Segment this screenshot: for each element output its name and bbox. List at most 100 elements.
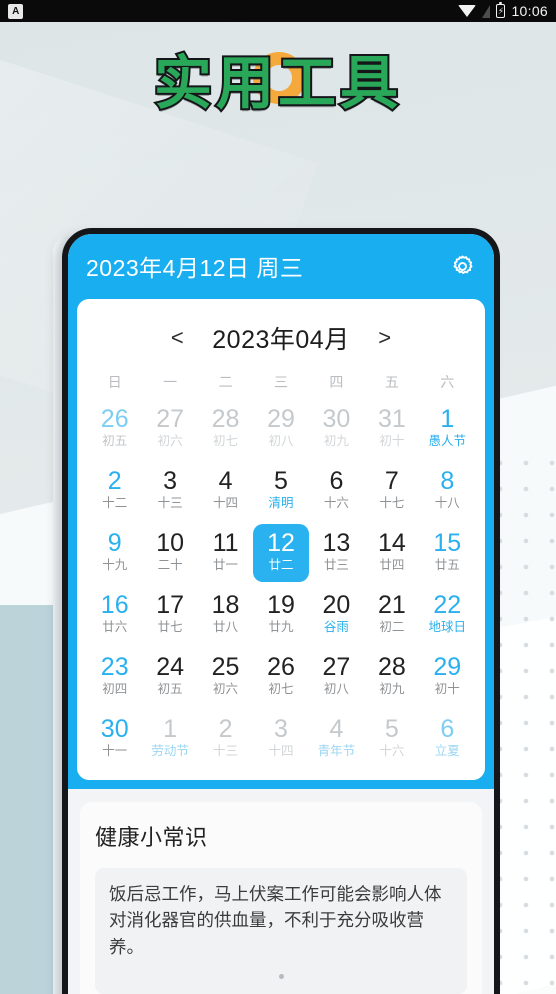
calendar-lunar-label: 廿六 bbox=[102, 620, 128, 635]
calendar-day-number: 17 bbox=[156, 591, 185, 619]
gear-icon[interactable] bbox=[449, 253, 476, 280]
calendar-day-cell[interactable]: 22 地球日 bbox=[420, 586, 475, 644]
calendar-day-cell[interactable]: 26 初七 bbox=[253, 648, 308, 706]
calendar-day-cell[interactable]: 6 立夏 bbox=[420, 710, 475, 768]
calendar-lunar-label: 初十 bbox=[379, 434, 405, 449]
calendar-lunar-label: 十七 bbox=[379, 496, 405, 511]
calendar-day-cell[interactable]: 21 初二 bbox=[364, 586, 419, 644]
battery-icon: ⚡ bbox=[496, 2, 506, 18]
calendar-lunar-label: 初四 bbox=[102, 682, 128, 697]
calendar-lunar-label: 十六 bbox=[379, 744, 405, 759]
calendar-day-cell[interactable]: 13 廿三 bbox=[309, 524, 364, 582]
calendar-day-cell[interactable]: 27 初八 bbox=[309, 648, 364, 706]
calendar-day-cell[interactable]: 1 劳动节 bbox=[142, 710, 197, 768]
phone-mockup: 2023年4月12日 周三 < 2023年04月 > 日 一 二 三 四 五 六… bbox=[62, 228, 500, 994]
prev-month-button[interactable]: < bbox=[164, 325, 190, 351]
background-band-left bbox=[0, 605, 58, 994]
calendar-day-number: 28 bbox=[377, 653, 406, 681]
android-status-bar: A ⚡ 10:06 bbox=[0, 0, 556, 22]
calendar-lunar-label: 初五 bbox=[157, 682, 183, 697]
calendar-lunar-label: 谷雨 bbox=[323, 620, 349, 635]
calendar-day-cell[interactable]: 27 初六 bbox=[142, 400, 197, 458]
weekday-label: 三 bbox=[273, 374, 288, 390]
calendar-day-cell[interactable]: 2 十三 bbox=[198, 710, 253, 768]
calendar-day-cell[interactable]: 7 十七 bbox=[364, 462, 419, 520]
calendar-day-cell[interactable]: 28 初九 bbox=[364, 648, 419, 706]
calendar-day-cell[interactable]: 3 十三 bbox=[142, 462, 197, 520]
calendar-day-number: 5 bbox=[274, 467, 288, 495]
status-bar-right: ⚡ 10:06 bbox=[458, 2, 548, 19]
calendar-day-number: 15 bbox=[433, 529, 462, 557]
calendar-day-cell[interactable]: 4 青年节 bbox=[309, 710, 364, 768]
calendar-day-number: 1 bbox=[163, 715, 178, 743]
calendar-lunar-label: 地球日 bbox=[428, 620, 467, 635]
calendar-lunar-label: 清明 bbox=[268, 496, 294, 511]
calendar-day-cell[interactable]: 24 初五 bbox=[142, 648, 197, 706]
calendar-day-cell[interactable]: 25 初六 bbox=[198, 648, 253, 706]
calendar-day-cell[interactable]: 28 初七 bbox=[198, 400, 253, 458]
calendar-day-cell[interactable]: 23 初四 bbox=[87, 648, 142, 706]
calendar-day-number: 5 bbox=[384, 715, 399, 743]
weekday-label: 二 bbox=[218, 374, 233, 390]
calendar-day-cell[interactable]: 15 廿五 bbox=[420, 524, 475, 582]
calendar-day-cell[interactable]: 12 廿二 bbox=[253, 524, 309, 582]
calendar-day-cell[interactable]: 4 十四 bbox=[198, 462, 253, 520]
calendar-day-number: 3 bbox=[163, 467, 178, 495]
calendar-day-number: 3 bbox=[274, 715, 288, 743]
calendar-day-cell[interactable]: 26 初五 bbox=[87, 400, 142, 458]
calendar-day-number: 20 bbox=[322, 591, 351, 619]
calendar-day-cell[interactable]: 2 十二 bbox=[87, 462, 142, 520]
calendar-day-number: 24 bbox=[156, 653, 185, 681]
calendar-day-number: 16 bbox=[100, 591, 129, 619]
tip-pagination-dots[interactable] bbox=[109, 960, 453, 984]
calendar-lunar-label: 初九 bbox=[379, 682, 405, 697]
calendar-day-number: 6 bbox=[440, 715, 455, 743]
calendar-lunar-label: 二十 bbox=[157, 558, 183, 573]
calendar-day-cell[interactable]: 14 廿四 bbox=[364, 524, 419, 582]
calendar-day-cell[interactable]: 30 十一 bbox=[87, 710, 142, 768]
calendar-day-cell[interactable]: 20 谷雨 bbox=[309, 586, 364, 644]
weekday-label: 一 bbox=[163, 374, 178, 390]
calendar-day-number: 28 bbox=[211, 405, 240, 433]
next-month-button[interactable]: > bbox=[372, 325, 398, 351]
calendar-day-cell[interactable]: 30 初九 bbox=[309, 400, 364, 458]
calendar-day-cell[interactable]: 31 初十 bbox=[364, 400, 419, 458]
calendar-day-number: 29 bbox=[267, 405, 295, 433]
calendar-day-cell[interactable]: 18 廿八 bbox=[198, 586, 253, 644]
status-bar-clock: 10:06 bbox=[511, 3, 548, 19]
calendar-day-cell[interactable]: 5 十六 bbox=[364, 710, 419, 768]
calendar-section: < 2023年04月 > 日 一 二 三 四 五 六 26 初五 27 初六 28 初七 2… bbox=[68, 299, 494, 789]
calendar-day-cell[interactable]: 1 愚人节 bbox=[420, 400, 475, 458]
calendar-day-cell[interactable]: 17 廿七 bbox=[142, 586, 197, 644]
calendar-day-cell[interactable]: 3 十四 bbox=[253, 710, 308, 768]
calendar-day-cell[interactable]: 5 清明 bbox=[253, 462, 308, 520]
calendar-day-cell[interactable]: 29 初八 bbox=[253, 400, 308, 458]
calendar-day-cell[interactable]: 16 廿六 bbox=[87, 586, 142, 644]
weekday-label: 日 bbox=[107, 374, 122, 390]
calendar-day-number: 7 bbox=[384, 467, 399, 495]
pagination-dot bbox=[278, 973, 284, 979]
calendar-day-grid: 26 初五 27 初六 28 初七 29 初八 30 初九 31 初十 1 愚人节 2 十二 3 十三 4 十四 5 清明… bbox=[87, 400, 475, 768]
calendar-day-cell[interactable]: 11 廿一 bbox=[198, 524, 253, 582]
calendar-day-cell[interactable]: 29 初十 bbox=[420, 648, 475, 706]
calendar-day-cell[interactable]: 6 十六 bbox=[309, 462, 364, 520]
calendar-day-cell[interactable]: 19 廿九 bbox=[253, 586, 308, 644]
calendar-lunar-label: 初七 bbox=[213, 434, 239, 449]
health-tip-box[interactable]: 饭后忌工作，马上伏案工作可能会影响人体对消化器官的供血量，不利于充分吸收营养。 bbox=[95, 868, 467, 994]
calendar-day-number: 19 bbox=[267, 591, 295, 619]
calendar-day-cell[interactable]: 8 十八 bbox=[420, 462, 475, 520]
calendar-day-number: 14 bbox=[377, 529, 406, 557]
calendar-day-number: 2 bbox=[107, 467, 122, 495]
calendar-day-number: 8 bbox=[440, 467, 455, 495]
calendar-lunar-label: 立夏 bbox=[434, 744, 460, 759]
wifi-icon bbox=[458, 5, 477, 17]
calendar-lunar-label: 初五 bbox=[102, 434, 128, 449]
signal-icon bbox=[482, 4, 491, 18]
calendar-day-cell[interactable]: 10 二十 bbox=[142, 524, 197, 582]
calendar-lunar-label: 愚人节 bbox=[428, 434, 467, 449]
calendar-lunar-label: 廿二 bbox=[268, 558, 294, 573]
calendar-day-cell[interactable]: 9 十九 bbox=[87, 524, 142, 582]
calendar-lunar-label: 十四 bbox=[268, 744, 294, 759]
calendar-lunar-label: 廿五 bbox=[434, 558, 460, 573]
calendar-day-number: 13 bbox=[322, 529, 351, 557]
